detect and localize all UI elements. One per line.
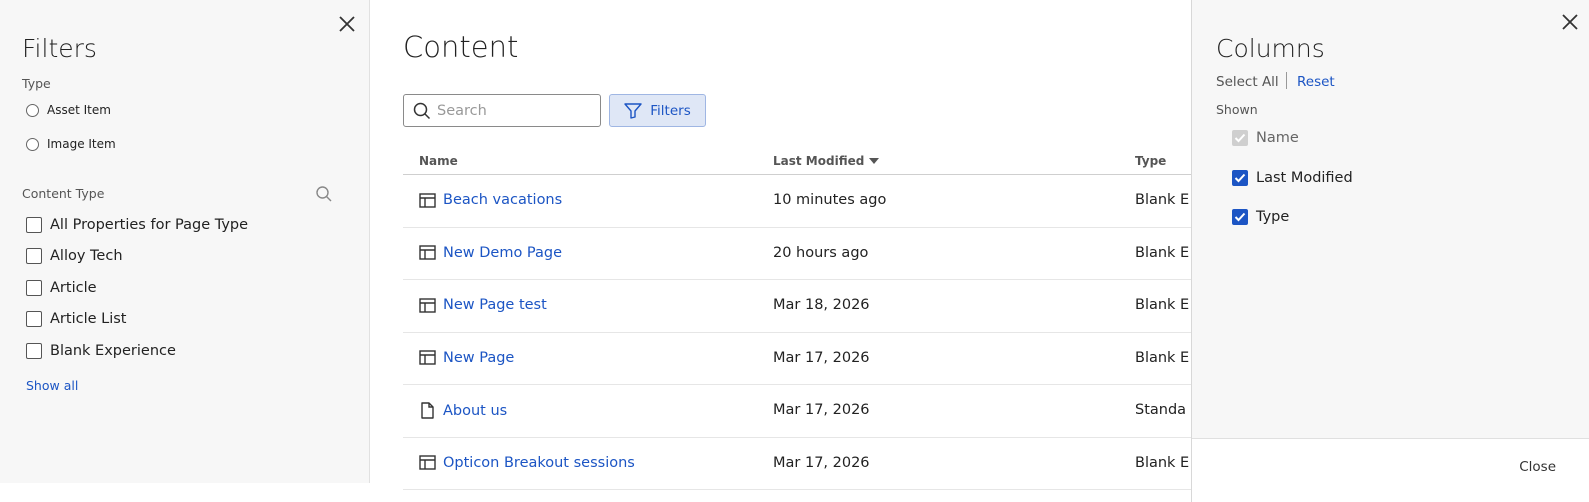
document-icon xyxy=(419,402,436,419)
content-link[interactable]: Opticon Breakout sessions xyxy=(443,455,635,471)
column-toggle-label: Name xyxy=(1256,130,1299,146)
page-title: Content xyxy=(403,30,519,64)
cell-name: New Page xyxy=(419,350,514,366)
close-columns-icon[interactable] xyxy=(1560,12,1580,32)
checkbox-checked-disabled xyxy=(1232,130,1248,146)
page-layout-icon xyxy=(419,297,436,313)
page-layout-icon xyxy=(419,245,436,260)
cell-type: Blank E xyxy=(1135,297,1190,313)
table-row[interactable]: New Page test Mar 18, 2026 Blank E xyxy=(403,280,1191,333)
cell-last-modified: Mar 17, 2026 xyxy=(773,402,870,418)
checkbox-article[interactable]: Article xyxy=(26,280,97,296)
table-row[interactable]: Beach vacations 10 minutes ago Blank E xyxy=(403,175,1191,228)
search-input[interactable] xyxy=(437,102,587,119)
cell-type: Blank E xyxy=(1135,454,1190,471)
cell-last-modified: 20 hours ago xyxy=(773,244,869,261)
cell-type: Blank E xyxy=(1135,192,1190,208)
type-label: Type xyxy=(22,76,51,91)
column-toggle-last-modified[interactable]: Last Modified xyxy=(1232,170,1353,186)
divider xyxy=(1286,72,1287,89)
checkbox[interactable] xyxy=(26,217,42,233)
sort-descending-icon xyxy=(869,158,880,164)
search-box[interactable] xyxy=(403,94,601,127)
columns-panel: Columns Select All Reset Shown Name Last… xyxy=(1191,0,1589,502)
checkbox[interactable] xyxy=(26,248,42,264)
cell-name: About us xyxy=(419,402,507,419)
cell-last-modified: Mar 17, 2026 xyxy=(773,349,870,366)
checkbox[interactable] xyxy=(26,280,42,296)
checkbox-label: Article xyxy=(50,280,97,296)
content-link[interactable]: About us xyxy=(443,403,507,419)
page-layout-icon xyxy=(419,455,436,470)
content-link[interactable]: New Demo Page xyxy=(443,245,562,261)
cell-last-modified: Mar 17, 2026 xyxy=(773,454,870,471)
checkbox-all-properties[interactable]: All Properties for Page Type xyxy=(26,217,248,233)
column-toggle-type[interactable]: Type xyxy=(1232,209,1289,225)
radio-circle[interactable] xyxy=(26,137,39,151)
column-header-name[interactable]: Name xyxy=(419,154,458,168)
cell-name: New Page test xyxy=(419,297,547,313)
checkmark-icon xyxy=(1234,173,1246,183)
filters-button[interactable]: Filters xyxy=(609,94,706,127)
table-row[interactable]: Opticon Breakout sessions Mar 17, 2026 B… xyxy=(403,438,1191,490)
checkbox-article-list[interactable]: Article List xyxy=(26,311,126,327)
checkbox-label: All Properties for Page Type xyxy=(50,217,249,233)
funnel-icon xyxy=(624,102,642,119)
checkbox-label: Alloy Tech xyxy=(50,248,123,264)
table-row[interactable]: New Page Mar 17, 2026 Blank E xyxy=(403,333,1191,385)
search-icon xyxy=(413,102,431,119)
select-all-link[interactable]: Select All xyxy=(1216,74,1279,90)
checkbox-label: Article List xyxy=(50,311,127,327)
checkbox[interactable] xyxy=(26,343,42,359)
content-link[interactable]: New Page test xyxy=(443,297,547,313)
checkmark-icon xyxy=(1234,212,1246,222)
column-toggle-label: Last Modified xyxy=(1256,170,1353,186)
cell-type: Standa xyxy=(1135,402,1187,418)
content-main: Content Filters Name Last Modified Type xyxy=(371,0,1191,502)
checkbox[interactable] xyxy=(26,311,42,327)
close-filters-icon[interactable] xyxy=(337,14,357,34)
checkbox-label: Blank Experience xyxy=(50,343,176,359)
shown-label: Shown xyxy=(1216,102,1258,117)
content-table: Name Last Modified Type Beach vacations … xyxy=(403,148,1191,490)
column-toggle-label: Type xyxy=(1256,209,1290,225)
cell-type: Blank E xyxy=(1135,349,1190,366)
filters-button-label: Filters xyxy=(650,102,691,119)
radio-asset-item[interactable]: Asset Item xyxy=(26,103,111,117)
checkbox-blank-experience[interactable]: Blank Experience xyxy=(26,343,176,359)
show-all-link[interactable]: Show all xyxy=(26,378,78,393)
radio-label: Image Item xyxy=(47,137,116,151)
cell-type: Blank E xyxy=(1135,244,1190,261)
column-toggle-name: Name xyxy=(1232,130,1299,146)
reset-link[interactable]: Reset xyxy=(1297,74,1335,90)
table-row[interactable]: About us Mar 17, 2026 Standa xyxy=(403,385,1191,438)
cell-name: Opticon Breakout sessions xyxy=(419,455,635,471)
cell-last-modified: 10 minutes ago xyxy=(773,192,887,208)
content-type-label: Content Type xyxy=(22,186,105,201)
cell-name: Beach vacations xyxy=(419,192,562,208)
columns-footer: Close xyxy=(1192,438,1589,502)
cell-last-modified: Mar 18, 2026 xyxy=(773,297,870,313)
radio-circle[interactable] xyxy=(26,103,39,117)
checkbox-checked[interactable] xyxy=(1232,209,1248,225)
radio-label: Asset Item xyxy=(47,103,111,117)
page-layout-icon xyxy=(419,350,436,365)
filters-panel: Filters Type Asset Item Image Item Conte… xyxy=(0,0,370,483)
columns-title: Columns xyxy=(1216,34,1325,63)
content-link[interactable]: Beach vacations xyxy=(443,192,562,208)
checkbox-checked[interactable] xyxy=(1232,170,1248,186)
checkbox-alloy-tech[interactable]: Alloy Tech xyxy=(26,248,123,264)
content-link[interactable]: New Page xyxy=(443,350,514,366)
close-button[interactable]: Close xyxy=(1519,459,1556,475)
table-row[interactable]: New Demo Page 20 hours ago Blank E xyxy=(403,228,1191,280)
column-header-type[interactable]: Type xyxy=(1135,154,1166,168)
page-layout-icon xyxy=(419,192,436,208)
cell-name: New Demo Page xyxy=(419,245,562,261)
filters-title: Filters xyxy=(22,34,97,63)
column-header-last-modified[interactable]: Last Modified xyxy=(773,154,880,168)
table-header: Name Last Modified Type xyxy=(403,148,1191,175)
search-icon[interactable] xyxy=(315,185,333,203)
radio-image-item[interactable]: Image Item xyxy=(26,137,116,151)
checkmark-icon xyxy=(1234,133,1246,143)
